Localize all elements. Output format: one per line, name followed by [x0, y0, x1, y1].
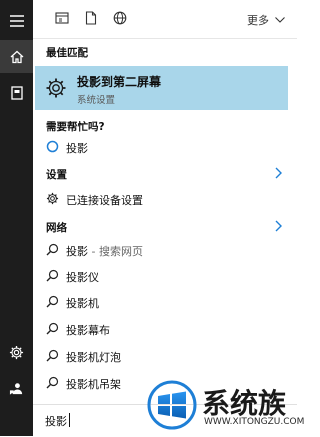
- more-label: 更多: [247, 14, 269, 27]
- web-result-item[interactable]: 投影机灯泡: [33, 345, 297, 367]
- web-result-label: 投影 - 搜索网页: [66, 245, 143, 258]
- more-filters-dropdown[interactable]: 更多: [247, 12, 285, 28]
- settings-result-label: 已连接设备设置: [66, 194, 143, 207]
- hamburger-menu-icon[interactable]: [0, 4, 33, 37]
- best-match-heading: 最佳匹配: [46, 47, 88, 59]
- watermark-brand: 系统族: [202, 387, 287, 420]
- settings-heading: 设置: [46, 169, 67, 181]
- search-icon: [46, 295, 60, 309]
- chevron-down-icon: [275, 17, 285, 23]
- watermark-url: WWW.XITONGZU.COM: [204, 417, 305, 427]
- watermark: 系统族 WWW.XITONGZU.COM: [144, 376, 304, 434]
- best-match-title: 投影到第二屏幕: [77, 75, 162, 89]
- search-input[interactable]: 投影: [45, 413, 145, 429]
- web-result-label: 投影幕布: [66, 324, 110, 337]
- web-result-item[interactable]: 投影幕布: [33, 318, 297, 340]
- web-heading: 网络: [46, 222, 67, 234]
- documents-filter-icon[interactable]: [85, 11, 101, 27]
- web-result-label: 投影机: [66, 297, 99, 310]
- help-circle-icon: [46, 140, 60, 154]
- apps-filter-icon[interactable]: [55, 11, 71, 27]
- best-match-result[interactable]: 投影到第二屏幕 系统设置: [35, 66, 288, 110]
- help-result-label: 投影: [66, 142, 88, 155]
- web-result-item[interactable]: 投影 - 搜索网页: [33, 239, 297, 261]
- left-rail: [0, 0, 33, 436]
- search-icon: [46, 243, 60, 257]
- web-result-item[interactable]: 投影仪: [33, 265, 297, 287]
- settings-chevron-right-icon[interactable]: [275, 167, 283, 179]
- windows-logo-icon: [147, 380, 197, 430]
- web-result-item[interactable]: 投影机: [33, 291, 297, 313]
- help-heading: 需要帮忙吗?: [46, 121, 105, 133]
- web-chevron-right-icon[interactable]: [275, 220, 283, 232]
- web-result-label: 投影仪: [66, 271, 99, 284]
- filter-bar: 更多: [33, 0, 297, 39]
- web-filter-globe-icon[interactable]: [113, 11, 129, 27]
- settings-result-item[interactable]: 已连接设备设置: [33, 188, 297, 210]
- web-result-label: 投影机吊架: [66, 378, 121, 391]
- settings-gear-icon[interactable]: [0, 336, 33, 369]
- text-caret: [69, 413, 70, 427]
- feedback-person-icon[interactable]: [0, 372, 33, 405]
- best-match-subtitle: 系统设置: [77, 95, 116, 106]
- web-result-label: 投影机灯泡: [66, 351, 121, 364]
- settings-gear-icon: [45, 77, 67, 102]
- notebook-icon[interactable]: [0, 76, 33, 109]
- settings-gear-small-icon: [46, 192, 60, 206]
- search-icon: [46, 349, 60, 363]
- search-icon: [46, 376, 60, 390]
- home-icon[interactable]: [0, 40, 33, 73]
- help-result-item[interactable]: 投影: [33, 136, 297, 158]
- search-icon: [46, 322, 60, 336]
- search-icon: [46, 269, 60, 283]
